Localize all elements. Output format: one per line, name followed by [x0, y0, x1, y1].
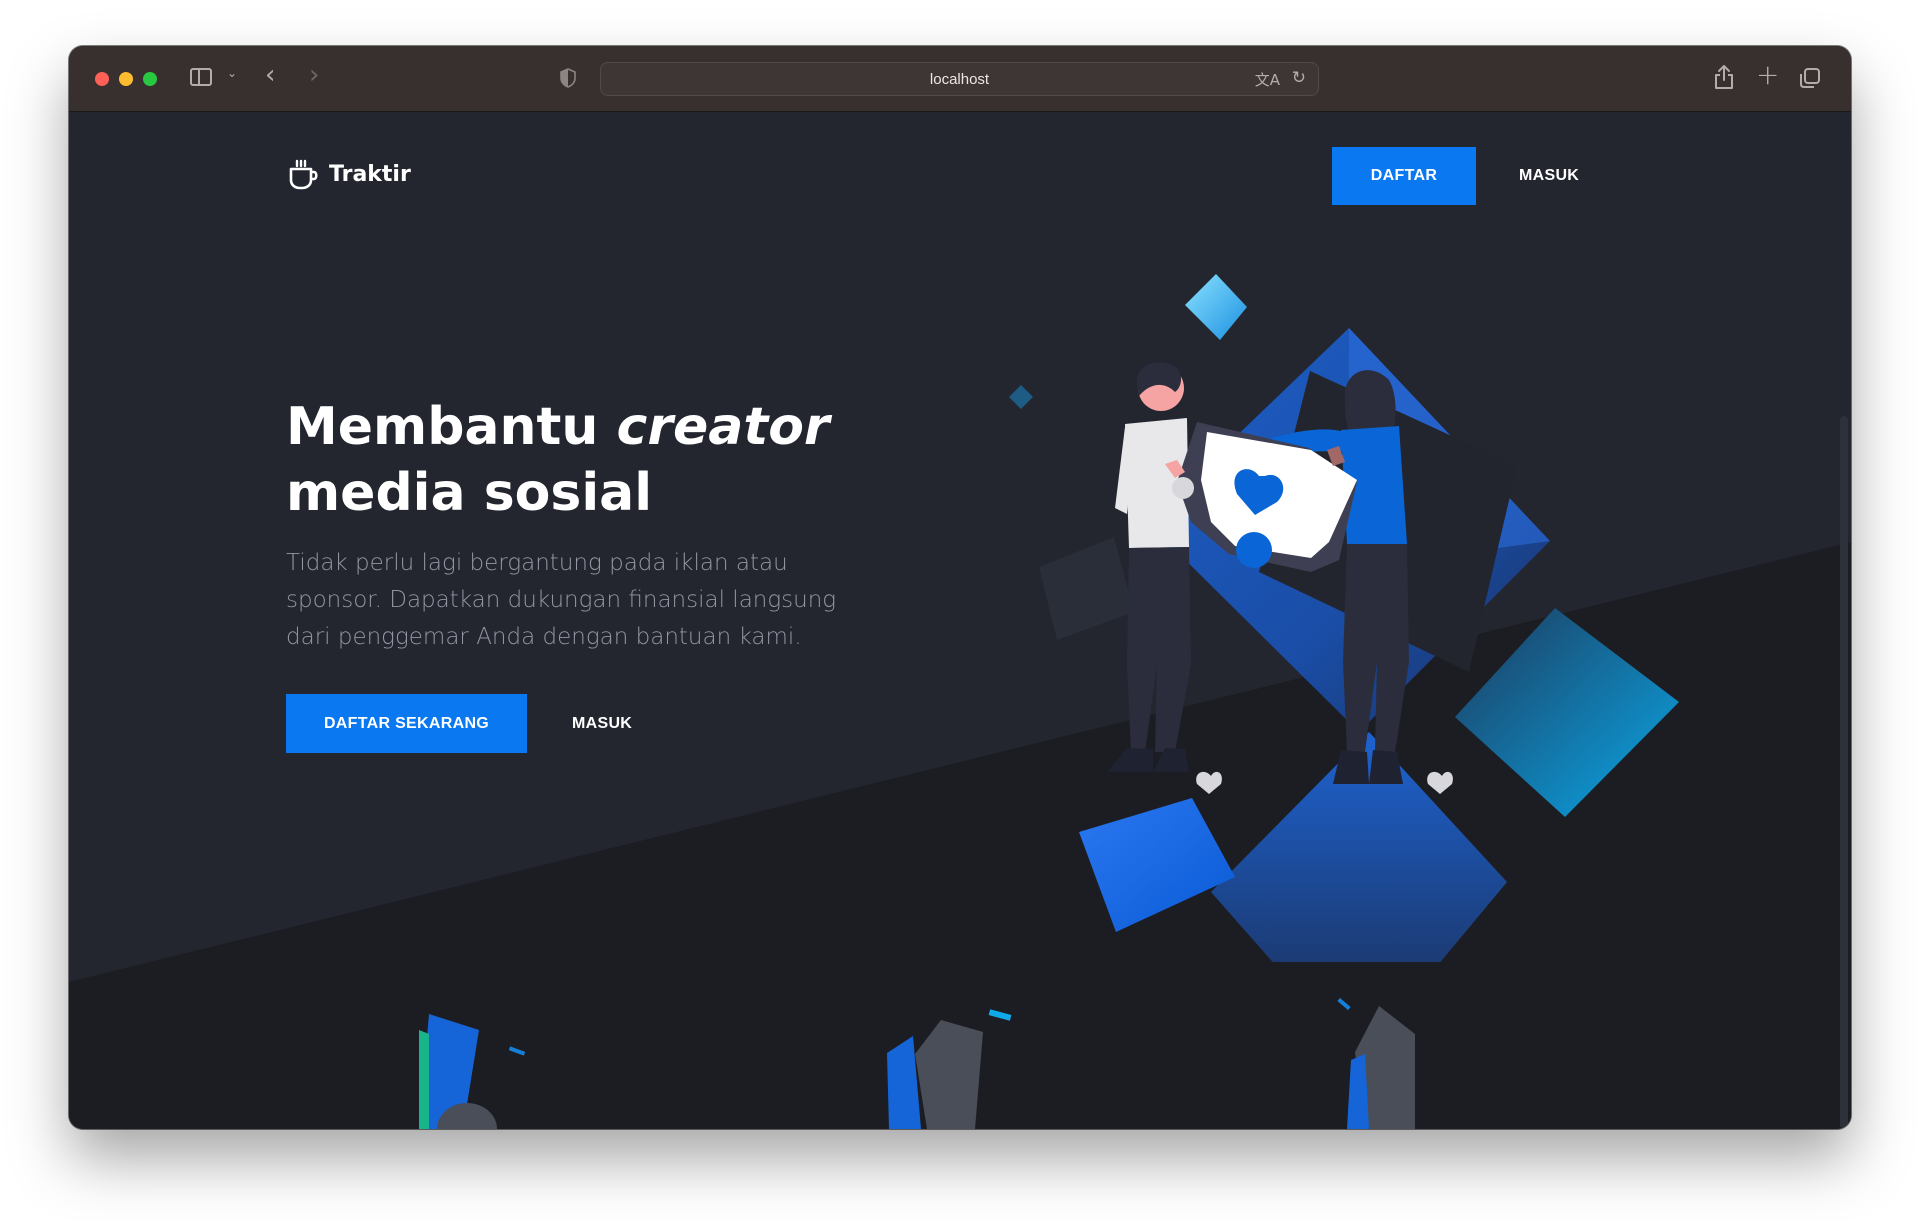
close-window-button[interactable]: [95, 72, 109, 86]
brand-name: Traktir: [329, 161, 411, 187]
bottom-decorations: [419, 997, 1415, 1129]
hero-subtitle: Tidak perlu lagi bergantung pada iklan a…: [286, 550, 837, 650]
register-now-button[interactable]: DAFTAR SEKARANG: [286, 694, 527, 753]
share-icon[interactable]: [1713, 64, 1735, 90]
right-diamond-shape: [1455, 608, 1679, 817]
hero-title: Membantu creator media sosial: [286, 394, 906, 526]
shadow-square-shape: [1039, 537, 1134, 640]
hero-title-emphasis: creator: [616, 397, 830, 457]
heart-icon: [1427, 771, 1453, 794]
tabs-icon[interactable]: [1800, 68, 1820, 88]
small-diamond-shape: [1009, 385, 1033, 409]
minimize-window-button[interactable]: [119, 72, 133, 86]
coffee-cup-icon: [289, 159, 318, 190]
floor-diamond-shape: [1079, 798, 1235, 932]
register-button[interactable]: DAFTAR: [1332, 147, 1476, 205]
cube-accent-left: [419, 1030, 429, 1129]
url-text: localhost: [929, 71, 990, 88]
heart-icon: [1196, 771, 1222, 794]
address-bar[interactable]: localhost 文A ↻: [600, 62, 1319, 96]
hero-title-part1: Membantu: [286, 397, 617, 457]
reload-icon[interactable]: ↻: [1292, 68, 1306, 88]
plus-icon[interactable]: +: [1756, 58, 1779, 91]
translate-icon[interactable]: 文A: [1255, 69, 1280, 90]
sidebar-toggle-icon[interactable]: [190, 68, 212, 86]
forward-arrow-icon[interactable]: ›: [309, 60, 319, 90]
brand-logo[interactable]: Traktir: [287, 158, 411, 190]
zoom-window-button[interactable]: [143, 72, 157, 86]
chevron-down-icon[interactable]: ⌄: [227, 66, 237, 80]
shard-shape: [1337, 997, 1351, 1011]
hero-illustration: [1009, 274, 1679, 962]
hero-login-link[interactable]: MASUK: [572, 694, 632, 753]
login-link[interactable]: MASUK: [1519, 147, 1579, 205]
shield-icon[interactable]: [560, 68, 576, 88]
cube-shape-center-blue: [887, 1036, 921, 1129]
web-page: Traktir DAFTAR MASUK Membantu creator med…: [69, 112, 1851, 1129]
browser-toolbar: ⌄ ‹ › localhost 文A ↻ +: [69, 46, 1851, 112]
hero-title-part2: media sosial: [286, 463, 653, 523]
browser-window: ⌄ ‹ › localhost 文A ↻ + Traktir DAFTAR MA…: [69, 46, 1851, 1129]
shard-shape: [508, 1046, 526, 1056]
cube-shape-center: [915, 1020, 983, 1129]
blue-gem-shape: [1185, 274, 1247, 340]
back-arrow-icon[interactable]: ‹: [265, 60, 275, 90]
shard-shape: [988, 1009, 1012, 1021]
